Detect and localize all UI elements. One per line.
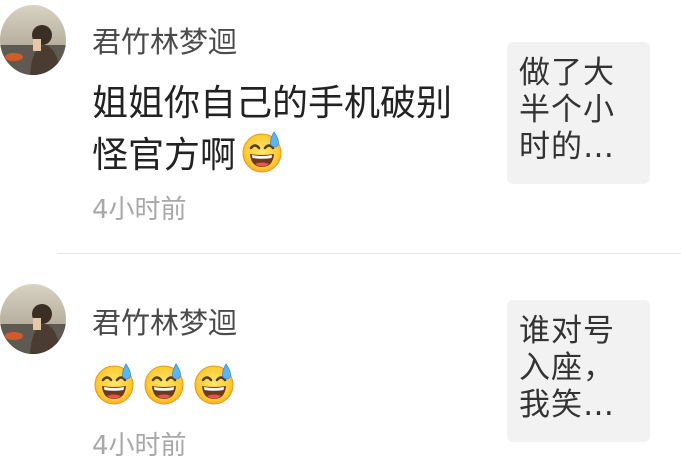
post-preview-thumbnail[interactable]: 做了大半个小时的…: [507, 42, 650, 184]
post-preview-text: 做了大半个小时的…: [519, 55, 615, 165]
grinning-sweat-emoji-icon: [142, 362, 186, 406]
comment-text: [92, 362, 472, 414]
timestamp: 4小时前: [92, 431, 187, 461]
post-preview-thumbnail[interactable]: 谁对号入座，我笑…: [507, 300, 650, 442]
avatar[interactable]: [0, 284, 66, 354]
comment-item[interactable]: 君竹林梦迴 4小时前 谁对号入座，我笑…: [0, 254, 681, 468]
grinning-sweat-emoji-icon: [192, 362, 236, 406]
comment-text: 姐姐你自己的手机破别怪官方啊: [92, 78, 472, 182]
comment-item[interactable]: 君竹林梦迴 姐姐你自己的手机破别怪官方啊 4小时前 做了大半个小时的…: [0, 0, 681, 254]
timestamp: 4小时前: [92, 195, 187, 225]
post-preview-text: 谁对号入座，我笑…: [519, 313, 615, 423]
grinning-sweat-emoji-icon: [92, 362, 136, 406]
avatar[interactable]: [0, 5, 66, 75]
username[interactable]: 君竹林梦迴: [92, 305, 237, 341]
grinning-sweat-emoji-icon: [240, 130, 284, 174]
username[interactable]: 君竹林梦迴: [92, 24, 237, 60]
comment-list: 君竹林梦迴 姐姐你自己的手机破别怪官方啊 4小时前 做了大半个小时的… 君竹林梦…: [0, 0, 681, 468]
